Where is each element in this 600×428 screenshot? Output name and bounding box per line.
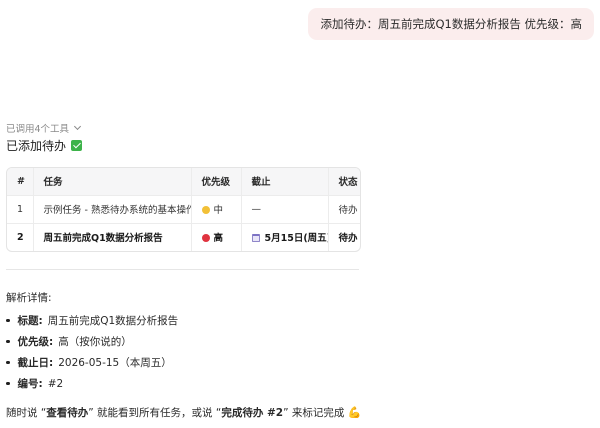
detail-key: 优先级: (17, 336, 54, 348)
table-row: 2 周五前完成Q1数据分析报告 高 5月15日(周五) 待办 (7, 223, 360, 251)
chat-page: 添加待办：周五前完成Q1数据分析报告 优先级：高 已调用4个工具 已添加待办 #… (0, 0, 600, 428)
row-task: 周五前完成Q1数据分析报告 (33, 223, 192, 251)
details-title: 解析详情: (6, 292, 52, 304)
detail-value: 2026-05-15（本周五） (58, 357, 172, 369)
bullet-icon (6, 318, 10, 323)
footer-text-3: ” 来标记完成 (283, 407, 348, 419)
col-header-number: # (7, 168, 34, 196)
row-status: 待办 (338, 233, 358, 245)
list-item: 优先级: 高（按你说的） (6, 331, 178, 352)
row-priority: 高 (191, 223, 242, 251)
due-label: 5月15日(周五) (264, 233, 328, 245)
detail-key: 截止日: (17, 357, 54, 369)
user-message-bubble: 添加待办：周五前完成Q1数据分析报告 优先级：高 (308, 8, 594, 40)
list-item: 截止日: 2026-05-15（本周五） (6, 352, 178, 373)
detail-key: 标题: (17, 315, 43, 327)
col-header-due: 截止 (241, 168, 329, 196)
added-confirmation: 已添加待办 (6, 137, 83, 154)
chevron-down-icon (74, 122, 82, 131)
bullet-icon (6, 339, 10, 344)
tools-used-label: 已调用4个工具 (6, 124, 70, 135)
detail-value: #2 (47, 377, 64, 390)
priority-label: 中 (213, 205, 224, 216)
row-priority: 中 (191, 195, 242, 224)
command-view-todos: 查看待办 (46, 407, 89, 419)
command-complete-todo: 完成待办 #2 (221, 407, 284, 419)
col-header-status: 状态 (328, 168, 360, 196)
details-list: 标题: 周五前完成Q1数据分析报告 优先级: 高（按你说的） 截止日: 2026… (6, 310, 178, 394)
priority-high-icon (201, 234, 210, 243)
bullet-icon (6, 360, 10, 365)
row-number: 1 (7, 195, 34, 224)
detail-value: 高（按你说的） (58, 336, 132, 348)
col-header-task: 任务 (33, 168, 192, 196)
priority-label: 高 (213, 233, 224, 245)
detail-value: 周五前完成Q1数据分析报告 (47, 315, 179, 327)
row-task: 示例任务 - 熟悉待办系统的基本操作 (33, 195, 192, 224)
user-message-text: 添加待办：周五前完成Q1数据分析报告 优先级：高 (320, 17, 582, 31)
col-header-priority: 优先级 (191, 168, 242, 196)
footer-text-1: 随时说 “ (6, 407, 47, 419)
todo-table: # 任务 优先级 截止 状态 1 示例任务 - 熟悉待办系统的基本操作 中 — … (6, 167, 361, 252)
row-due: — (241, 195, 329, 224)
added-title: 已添加待办 (6, 139, 67, 153)
table-row: 1 示例任务 - 熟悉待办系统的基本操作 中 — 待办 (7, 195, 360, 224)
tools-used-toggle[interactable]: 已调用4个工具 (6, 121, 82, 135)
row-due: 5月15日(周五) (241, 223, 329, 251)
table-header-row: # 任务 优先级 截止 状态 (7, 168, 360, 196)
row-status: 待办 (328, 195, 360, 224)
bullet-icon (6, 381, 10, 386)
footer-text-2: ” 就能看到所有任务，或说 “ (88, 407, 222, 419)
list-item: 标题: 周五前完成Q1数据分析报告 (6, 310, 178, 331)
calendar-icon (251, 234, 260, 243)
footer-hint: 随时说 “查看待办” 就能看到所有任务，或说 “完成待办 #2” 来标记完成 💪 (6, 405, 361, 420)
row-number: 2 (7, 223, 34, 251)
list-item: 编号: #2 (6, 373, 178, 394)
flexed-biceps-icon: 💪 (347, 406, 362, 419)
divider (6, 269, 359, 270)
detail-key: 编号: (17, 378, 43, 390)
priority-medium-icon (201, 206, 210, 214)
check-mark-icon (71, 140, 83, 151)
